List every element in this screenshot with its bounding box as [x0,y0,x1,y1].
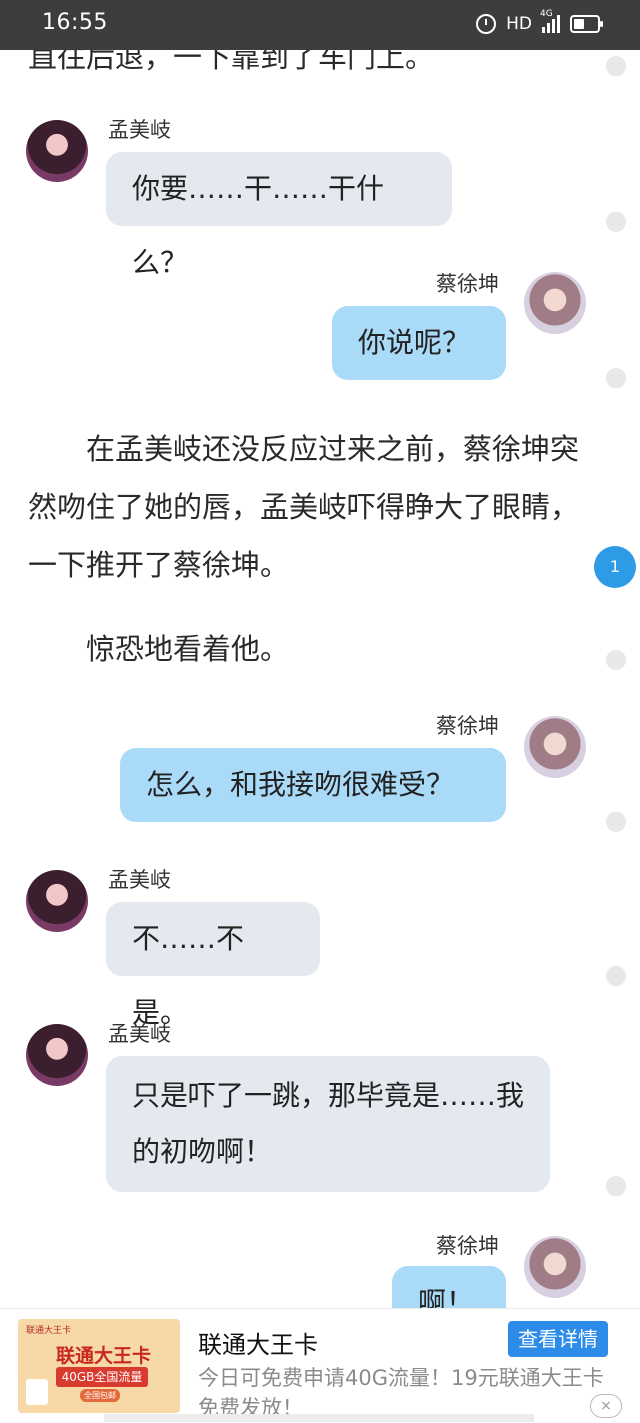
alarm-icon [476,14,497,34]
ad-image-brand: 联通大王卡 [26,1326,72,1336]
ad-details-button[interactable]: 查看详情 [508,1321,608,1357]
sim-card-icon [26,1379,48,1405]
comment-dot[interactable] [606,56,626,76]
ad-image-flow: 40GB全国流量 [56,1367,148,1387]
avatar[interactable] [524,272,586,334]
speaker-name: 孟美岐 [108,1022,171,1046]
comment-dot[interactable] [606,212,626,232]
message-bubble: 只是吓了一跳，那毕竟是……我的初吻啊！ [106,1056,550,1192]
ad-image-title: 联通大王卡 [56,1345,152,1367]
avatar[interactable] [26,1024,88,1086]
comment-dot[interactable] [606,812,626,832]
message-bubble: 你要……干……干什么？ [106,152,452,279]
ad-bottom-bar [104,1414,534,1422]
speaker-name: 蔡徐坤 [436,1234,499,1258]
ad-banner[interactable]: 联通大王卡 联通大王卡 40GB全国流量 全国包邮 联通大王卡 查看详情 今日可… [0,1308,640,1423]
avatar[interactable] [524,716,586,778]
message-bubble: 你说呢？ [332,306,506,380]
comment-dot[interactable] [606,368,626,388]
ad-image[interactable]: 联通大王卡 联通大王卡 40GB全国流量 全国包邮 [18,1319,180,1413]
avatar[interactable] [26,120,88,182]
reading-content: 直往后退，一下靠到了车门上。 孟美岐 你要……干……干什么？ 蔡徐坤 你说呢？ … [0,0,640,1308]
comment-dot[interactable] [606,1176,626,1196]
speaker-name: 蔡徐坤 [436,714,499,738]
network-label: 4G [540,9,553,19]
speaker-name: 蔡徐坤 [436,272,499,296]
battery-icon [570,15,603,33]
avatar[interactable] [524,1236,586,1298]
comment-dot[interactable] [606,966,626,986]
speaker-name: 孟美岐 [108,118,171,142]
message-bubble: 怎么，和我接吻很难受？ [120,748,506,822]
ad-close-button[interactable]: × [590,1394,622,1418]
signal-icon: 4G [540,9,560,33]
ad-title[interactable]: 联通大王卡 [198,1325,318,1360]
comment-dot[interactable] [606,650,626,670]
hd-label: HD [506,14,532,34]
avatar[interactable] [26,870,88,932]
status-bar: 16:55 HD 4G [0,0,640,50]
message-bubble: 不……不是。 [106,902,320,1029]
message-bubble: 啊！ [392,1266,506,1308]
status-time: 16:55 [42,10,108,35]
story-paragraph: 惊恐地看着他。 [86,632,290,666]
ad-image-tag: 全国包邮 [80,1389,120,1402]
speaker-name: 孟美岐 [108,868,171,892]
comment-count-badge[interactable]: 1 [594,546,636,588]
story-paragraph: 在孟美岐还没反应过来之前，蔡徐坤突然吻住了她的唇，孟美岐吓得睁大了眼睛，一下推开… [28,432,580,582]
